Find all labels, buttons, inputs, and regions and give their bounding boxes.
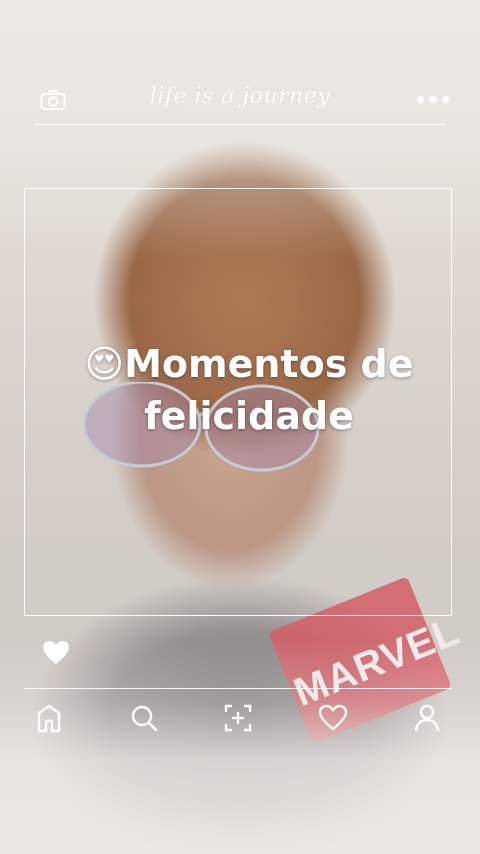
header-slogan: life is a journey [149, 84, 331, 109]
activity-heart-icon[interactable] [318, 703, 348, 733]
bottom-nav [24, 698, 452, 738]
home-icon[interactable] [34, 703, 64, 733]
bottom-nav-divider [24, 688, 452, 689]
caption-text: Momentos de felicidade [124, 342, 414, 438]
profile-icon[interactable] [412, 703, 442, 733]
heart-icon[interactable] [42, 640, 70, 666]
heart-eyes-emoji: 😍 [84, 342, 125, 386]
top-bar: life is a journey ••• [34, 78, 452, 125]
search-icon[interactable] [129, 703, 159, 733]
more-options-icon[interactable]: ••• [414, 90, 452, 110]
post-caption: 😍Momentos de felicidade [64, 338, 434, 442]
add-post-icon[interactable] [223, 703, 253, 733]
